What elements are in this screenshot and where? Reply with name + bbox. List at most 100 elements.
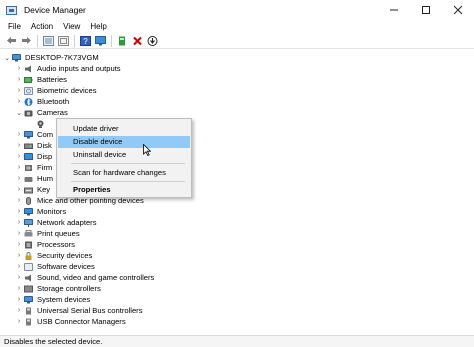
monitor-button[interactable] — [93, 34, 107, 47]
tree-item-print[interactable]: › Print queues — [14, 228, 80, 239]
close-button[interactable] — [442, 0, 474, 20]
window-controls — [378, 0, 474, 20]
uninstall-button[interactable] — [130, 34, 144, 47]
tree-item-label: Print queues — [37, 229, 80, 238]
expand-chevron-icon[interactable]: › — [14, 151, 24, 162]
tree-item-display[interactable]: › Disp — [14, 151, 52, 162]
tree-item-label: Batteries — [37, 75, 67, 84]
expand-chevron-icon[interactable]: › — [14, 63, 24, 74]
fingerprint-icon — [24, 86, 33, 95]
tree-item-software[interactable]: › Software devices — [14, 261, 95, 272]
help-button[interactable]: ? — [78, 34, 92, 47]
tree-item-label: Hum — [37, 174, 54, 183]
expand-chevron-icon[interactable]: › — [14, 316, 24, 327]
tree-item-bluetooth[interactable]: › Bluetooth — [14, 96, 69, 107]
expand-chevron-icon[interactable]: › — [14, 206, 24, 217]
expand-chevron-icon[interactable]: › — [14, 162, 24, 173]
context-separator — [71, 181, 185, 182]
expand-chevron-icon[interactable]: › — [14, 140, 24, 151]
menu-view[interactable]: View — [58, 22, 85, 31]
status-bar: Disables the selected device. — [0, 335, 474, 347]
tree-item-usb[interactable]: › Universal Serial Bus controllers — [14, 305, 143, 316]
maximize-icon — [422, 6, 430, 14]
system-icon — [24, 295, 33, 303]
tree-item-webcam[interactable] — [36, 118, 49, 129]
expand-chevron-icon[interactable]: › — [14, 228, 24, 239]
context-item-properties[interactable]: Properties — [58, 184, 190, 196]
tree-item-keyboards[interactable]: › Key — [14, 184, 50, 195]
usb-icon — [26, 318, 31, 325]
tree-item-hid[interactable]: › Hum — [14, 173, 53, 184]
expand-chevron-icon[interactable]: › — [14, 272, 24, 283]
context-item-disable-device[interactable]: Disable device — [58, 136, 190, 148]
display-adapter-icon — [24, 152, 33, 160]
expand-chevron-icon[interactable]: › — [14, 173, 24, 184]
tree-item-audio[interactable]: › Audio inputs and outputs — [14, 63, 121, 74]
scan-icon — [57, 35, 69, 46]
expand-chevron-icon[interactable]: › — [14, 294, 24, 305]
expand-chevron-icon[interactable]: › — [14, 96, 24, 107]
firmware-icon — [25, 164, 32, 171]
tree-item-label: Software devices — [37, 262, 95, 271]
tree-item-monitors[interactable]: › Monitors — [14, 206, 66, 217]
expand-chevron-icon[interactable]: › — [14, 184, 24, 195]
minimize-button[interactable] — [378, 0, 410, 20]
tree-item-usb-connector[interactable]: › USB Connector Managers — [14, 316, 126, 327]
download-button[interactable] — [145, 34, 159, 47]
menu-action[interactable]: Action — [26, 22, 58, 31]
scan-button[interactable] — [56, 34, 70, 47]
monitor-icon — [24, 207, 33, 215]
maximize-button[interactable] — [410, 0, 442, 20]
collapse-chevron-icon[interactable]: ⌄ — [2, 52, 12, 63]
tree-item-firmware[interactable]: › Firm — [14, 162, 52, 173]
tree-item-processors[interactable]: › Processors — [14, 239, 75, 250]
forward-button[interactable] — [19, 34, 33, 47]
toolbar: ? — [0, 33, 474, 49]
camera-icon — [24, 110, 33, 116]
expand-chevron-icon[interactable]: › — [14, 305, 24, 316]
update-driver-button[interactable] — [115, 34, 129, 47]
tree-item-disk[interactable]: › Disk — [14, 140, 52, 151]
tree-item-storage[interactable]: › Storage controllers — [14, 283, 101, 294]
expand-chevron-icon[interactable]: › — [14, 74, 24, 85]
expand-chevron-icon[interactable]: › — [14, 195, 24, 206]
menu-help[interactable]: Help — [85, 22, 111, 31]
context-item-scan-hardware[interactable]: Scan for hardware changes — [58, 167, 190, 179]
download-icon — [147, 35, 157, 46]
update-driver-icon — [118, 36, 125, 45]
tree-item-sound[interactable]: › Sound, video and game controllers — [14, 272, 155, 283]
menu-file[interactable]: File — [0, 22, 26, 31]
tree-item-system[interactable]: › System devices — [14, 294, 90, 305]
context-item-uninstall-device[interactable]: Uninstall device — [58, 149, 190, 161]
expand-chevron-icon[interactable]: › — [14, 85, 24, 96]
expand-chevron-icon[interactable]: › — [14, 283, 24, 294]
tree-item-security[interactable]: › Security devices — [14, 250, 92, 261]
toolbar-separator — [111, 34, 112, 47]
tree-item-label: Storage controllers — [37, 284, 101, 293]
tree-item-cameras[interactable]: ⌄ Cameras — [14, 107, 68, 118]
mouse-cursor-icon — [143, 144, 151, 156]
tree-item-label: Network adapters — [37, 218, 97, 227]
tree-item-network[interactable]: › Network adapters — [14, 217, 97, 228]
tree-item-label: Com — [37, 130, 54, 139]
software-icon — [24, 262, 33, 271]
expand-chevron-icon[interactable]: › — [14, 261, 24, 272]
tree-item-label: Firm — [37, 163, 53, 172]
keyboard-icon — [24, 187, 33, 193]
tree-item-computer[interactable]: › Com — [14, 129, 53, 140]
expand-chevron-icon[interactable]: › — [14, 129, 24, 140]
webcam-icon — [37, 120, 44, 128]
tree-root[interactable]: ⌄ DESKTOP-7K73VGM — [2, 52, 99, 63]
tree-item-batteries[interactable]: › Batteries — [14, 74, 67, 85]
expand-chevron-icon[interactable]: › — [14, 250, 24, 261]
collapse-chevron-icon[interactable]: ⌄ — [14, 107, 24, 118]
expand-chevron-icon[interactable]: › — [14, 239, 24, 250]
properties-button[interactable] — [41, 34, 55, 47]
back-button[interactable] — [4, 34, 18, 47]
bluetooth-icon — [24, 97, 33, 106]
tree-item-biometric[interactable]: › Biometric devices — [14, 85, 97, 96]
svg-text:?: ? — [83, 37, 88, 46]
context-item-update-driver[interactable]: Update driver — [58, 123, 190, 135]
speaker-icon — [25, 65, 31, 72]
expand-chevron-icon[interactable]: › — [14, 217, 24, 228]
